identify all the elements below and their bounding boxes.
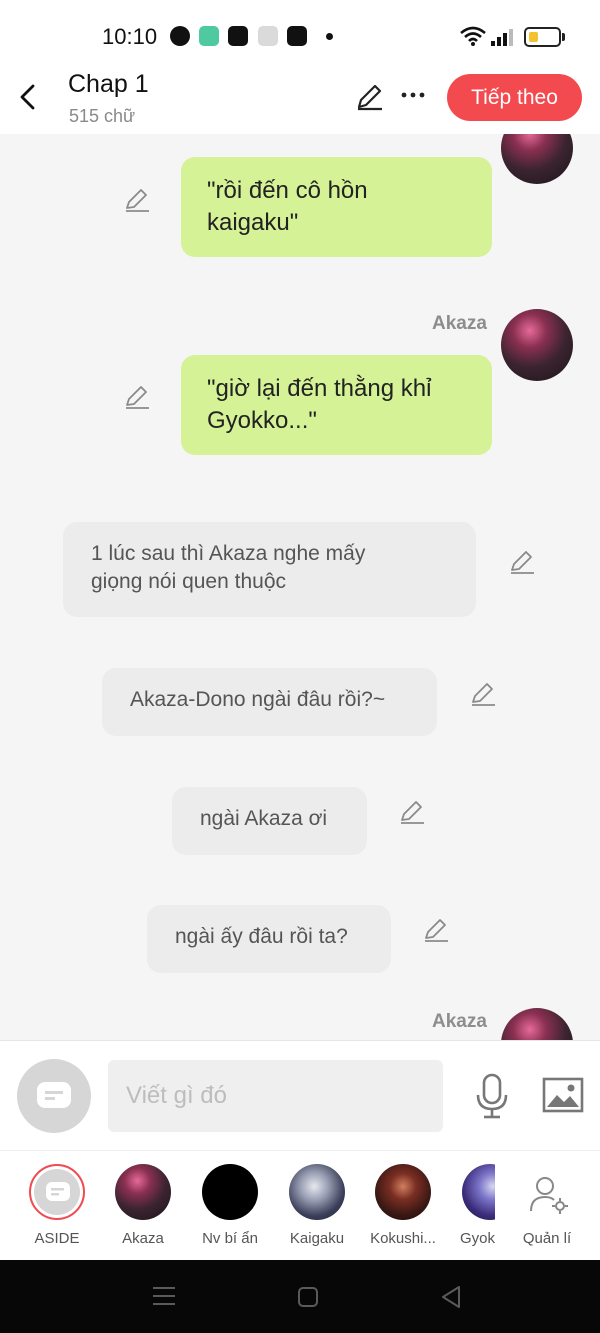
composer: Viết gì đó — [0, 1040, 600, 1150]
avatar-akaza — [501, 309, 573, 381]
message-input[interactable]: Viết gì đó — [108, 1060, 443, 1132]
signal-icon — [491, 29, 513, 46]
message-box-icon — [46, 1182, 70, 1201]
avatar-kokushibo — [375, 1164, 431, 1220]
aside-avatar — [29, 1164, 85, 1220]
battery-tip — [562, 33, 565, 41]
more-options-icon[interactable] — [400, 88, 426, 102]
character-name: Akaza — [122, 1230, 164, 1247]
word-count: 515 chữ — [69, 106, 136, 126]
back-arrow-icon[interactable] — [14, 82, 44, 112]
avatar-akaza — [501, 1008, 573, 1040]
calculator-app-icon — [199, 26, 219, 46]
character-name: Quản lí — [522, 1230, 572, 1247]
message-line: "giờ lại đến thằng khỉ — [207, 375, 432, 402]
chat-area[interactable]: "rồi đến cô hồn kaigaku" Akaza "giờ lại … — [0, 134, 600, 1040]
avatar-kaigaku — [289, 1164, 345, 1220]
shopping-bag-icon — [287, 26, 307, 46]
character-name: Gyok — [459, 1230, 495, 1247]
message-line: Gyokko..." — [207, 407, 317, 434]
battery-level — [529, 32, 538, 42]
character-manage[interactable]: Quản lí — [502, 1151, 592, 1261]
edit-message-icon[interactable] — [508, 548, 536, 576]
back-icon[interactable] — [440, 1285, 462, 1309]
message-bubble[interactable]: "rồi đến cô hồn kaigaku" — [181, 157, 492, 257]
next-chapter-button[interactable]: Tiếp theo — [447, 74, 582, 121]
aside-toggle-button[interactable] — [17, 1059, 91, 1133]
home-icon[interactable] — [297, 1286, 319, 1308]
header: Chap 1 515 chữ Tiếp theo — [0, 68, 600, 134]
notification-dot — [326, 33, 333, 40]
character-kokushibo[interactable]: Kokushi... — [358, 1151, 448, 1261]
game-controller-icon — [258, 26, 278, 46]
message-line: 1 lúc sau thì Akaza nghe mấy — [91, 542, 366, 565]
character-bar: ASIDE Akaza Nv bí ẩn Kaigaku Kokushi... … — [0, 1150, 600, 1260]
avatar-akaza — [115, 1164, 171, 1220]
message-line: ngài Akaza ơi — [200, 807, 328, 830]
character-akaza[interactable]: Akaza — [98, 1151, 188, 1261]
pencil-icon[interactable] — [354, 82, 384, 112]
avatar-mystery — [202, 1164, 258, 1220]
message-line: "rồi đến cô hồn — [207, 177, 368, 204]
message-line: Akaza-Dono ngài đâu rồi?~ — [130, 688, 386, 711]
status-bar: 10:10 — [0, 0, 600, 68]
avatar-gyokko — [462, 1164, 495, 1220]
edit-message-icon[interactable] — [123, 186, 151, 214]
narration-bubble[interactable]: Akaza-Dono ngài đâu rồi?~ — [102, 668, 437, 736]
battery-icon — [524, 27, 561, 47]
character-name: Nv bí ẩn — [202, 1230, 258, 1247]
narration-bubble[interactable]: ngài ấy đâu rồi ta? — [147, 905, 391, 973]
message-bubble[interactable]: "giờ lại đến thằng khỉ Gyokko..." — [181, 355, 492, 455]
messenger-icon — [170, 26, 190, 46]
narration-bubble[interactable]: ngài Akaza ơi — [172, 787, 367, 855]
status-time: 10:10 — [102, 24, 158, 49]
message-line: kaigaku" — [207, 209, 299, 236]
microphone-icon[interactable] — [474, 1073, 510, 1119]
message-box-icon — [37, 1082, 71, 1108]
speaker-name: Akaza — [432, 313, 487, 334]
character-aside[interactable]: ASIDE — [12, 1151, 102, 1261]
user-settings-icon — [530, 1177, 568, 1214]
character-mystery[interactable]: Nv bí ẩn — [185, 1151, 275, 1261]
wifi-icon — [460, 26, 486, 46]
page-title: Chap 1 — [68, 70, 149, 98]
menu-icon[interactable] — [152, 1285, 176, 1307]
system-nav-bar — [0, 1260, 600, 1333]
character-name: Kaigaku — [289, 1230, 345, 1247]
edit-message-icon[interactable] — [398, 798, 426, 826]
edit-message-icon[interactable] — [123, 383, 151, 411]
image-icon[interactable] — [542, 1077, 584, 1113]
speaker-name: Akaza — [432, 1011, 487, 1032]
character-name: Kokushi... — [370, 1230, 436, 1247]
edit-message-icon[interactable] — [469, 680, 497, 708]
edit-message-icon[interactable] — [422, 916, 450, 944]
character-name: ASIDE — [34, 1230, 80, 1247]
character-gyokko[interactable]: Gyok — [445, 1151, 495, 1261]
narration-bubble[interactable]: 1 lúc sau thì Akaza nghe mấy giọng nói q… — [63, 522, 476, 617]
message-line: ngài ấy đâu rồi ta? — [175, 925, 348, 948]
character-kaigaku[interactable]: Kaigaku — [272, 1151, 362, 1261]
avatar-akaza — [501, 134, 573, 184]
message-line: giọng nói quen thuộc — [91, 570, 286, 593]
news-app-icon — [228, 26, 248, 46]
